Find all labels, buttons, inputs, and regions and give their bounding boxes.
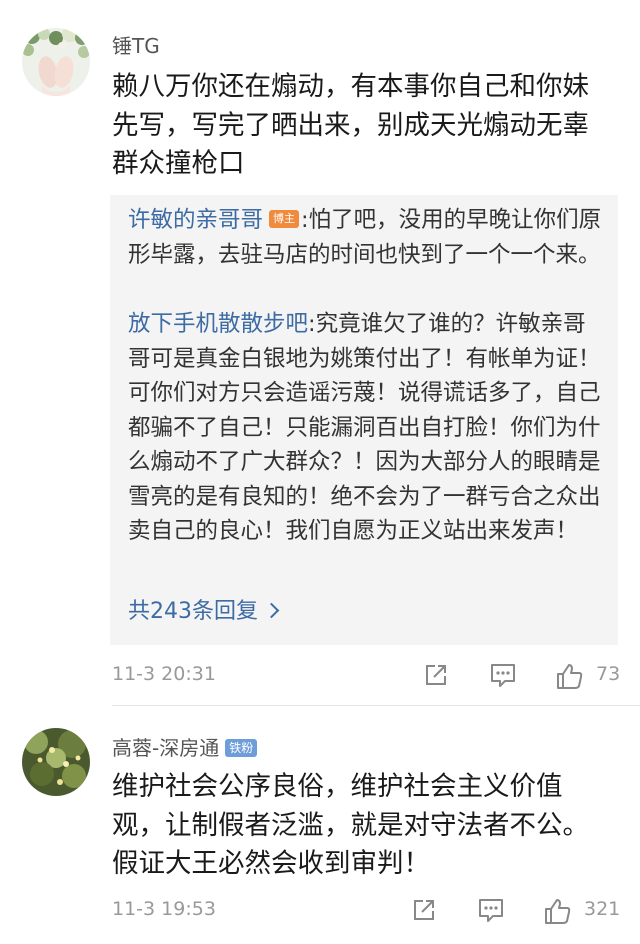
more-replies-label: 共243条回复 [128,599,258,624]
username-label: 高蓉-深房通 [112,736,220,760]
username[interactable]: 高蓉-深房通 铁粉 [112,734,258,762]
timestamp: 11-3 20:31 [112,663,216,685]
avatar[interactable] [22,728,90,796]
username[interactable]: 锤TG [112,32,160,60]
share-icon[interactable] [410,896,438,926]
like-count: 73 [596,663,621,685]
reply-box[interactable]: 许敏的亲哥哥 博主:怕了吧，没用的早晚让你们原形毕露，去驻马店的时间也快到了一个一… [110,195,618,645]
reply-item: 许敏的亲哥哥 博主:怕了吧，没用的早晚让你们原形毕露，去驻马店的时间也快到了一个一… [128,203,606,272]
reply-text: :究竟谁欠了谁的？许敏亲哥哥可是真金白银地为姚策付出了！有帐单为证！可你们对方只… [128,311,601,544]
fan-badge: 铁粉 [225,738,258,757]
avatar-image [22,28,90,96]
blogger-badge: 博主 [269,209,300,228]
chevron-right-icon [263,602,280,619]
like-icon[interactable] [554,661,584,691]
comment-meta: 11-3 20:31 73 [112,657,622,697]
share-icon[interactable] [422,661,450,691]
reply-username[interactable]: 放下手机散散步吧 [128,311,308,337]
comment-item: 锤TG 赖八万你还在煽动，有本事你自己和你妹先写，写完了晒出来，别成天光煽动无辜… [0,0,640,706]
timestamp: 11-3 19:53 [112,898,216,920]
comment-text: 赖八万你还在煽动，有本事你自己和你妹先写，写完了晒出来，别成天光煽动无辜群众撞枪… [112,71,589,179]
comment-item: 高蓉-深房通 铁粉 维护社会公序良俗，维护社会主义价值观，让制假者泛滥，就是对守法… [0,706,640,944]
more-replies-link[interactable]: 共243条回复 [128,597,280,627]
like-icon[interactable] [542,896,572,926]
avatar[interactable] [22,28,90,96]
avatar-image [22,728,90,796]
comment-text: 维护社会公序良俗，维护社会主义价值观，让制假者泛滥，就是对守法者不公。假证大王必… [112,771,589,879]
comment-icon[interactable] [488,661,518,691]
reply-username[interactable]: 许敏的亲哥哥 [128,207,263,233]
comment-meta: 11-3 19:53 321 [112,892,622,932]
like-count: 321 [584,898,621,920]
reply-item: 放下手机散散步吧:究竟谁欠了谁的？许敏亲哥哥可是真金白银地为姚策付出了！有帐单为… [128,307,606,549]
comment-icon[interactable] [476,896,506,926]
